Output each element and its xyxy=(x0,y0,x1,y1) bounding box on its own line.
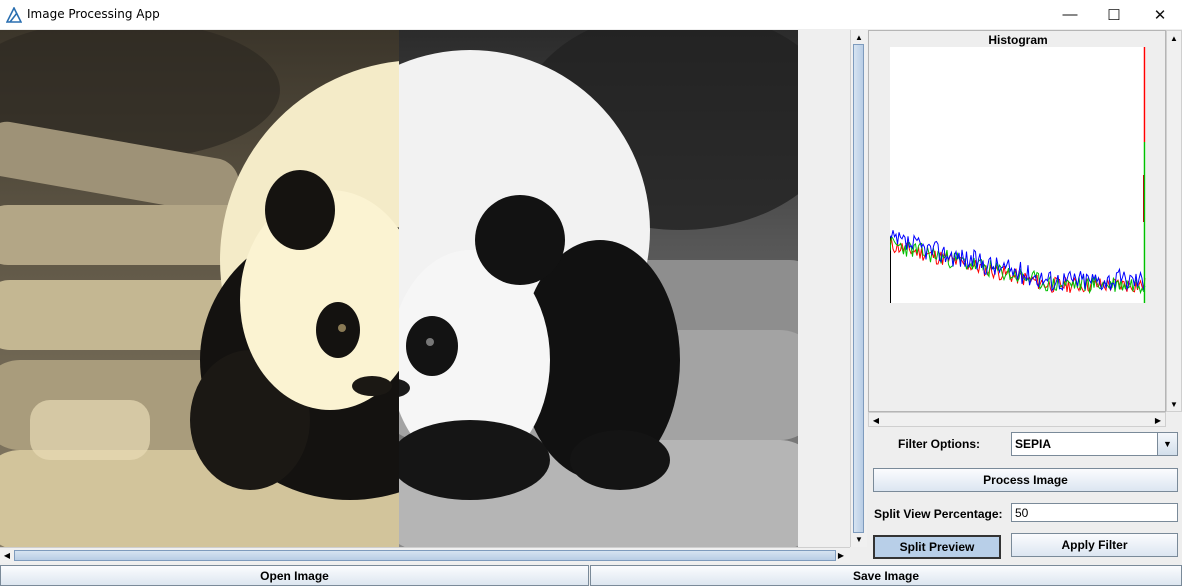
scroll-right-icon[interactable]: ▶ xyxy=(834,548,848,562)
scroll-up-icon[interactable]: ▲ xyxy=(1167,31,1181,45)
image-vertical-scrollbar[interactable]: ▲ ▼ xyxy=(850,30,867,547)
window-title: Image Processing App xyxy=(27,7,160,21)
control-panel: Histogram ▲ ▼ ◀ ▶ Filter Options: SEPIA … xyxy=(868,30,1182,562)
title-bar: Image Processing App — ☐ ✕ xyxy=(0,0,1182,29)
scroll-down-icon[interactable]: ▼ xyxy=(852,532,866,546)
apply-filter-button[interactable]: Apply Filter xyxy=(1011,533,1178,557)
save-image-button[interactable]: Save Image xyxy=(590,565,1182,586)
vertical-scroll-thumb[interactable] xyxy=(853,44,864,533)
open-image-button[interactable]: Open Image xyxy=(0,565,589,586)
process-image-button[interactable]: Process Image xyxy=(873,468,1178,492)
minimize-icon[interactable]: — xyxy=(1047,0,1093,29)
split-preview-button[interactable]: Split Preview xyxy=(873,535,1001,559)
scroll-down-icon[interactable]: ▼ xyxy=(1167,397,1181,411)
split-view-percentage-label: Split View Percentage: xyxy=(874,507,1003,521)
scroll-left-icon[interactable]: ◀ xyxy=(0,548,14,562)
scroll-up-icon[interactable]: ▲ xyxy=(852,30,866,44)
filter-selected-value: SEPIA xyxy=(1015,437,1052,451)
histogram-plot xyxy=(889,47,1146,303)
image-viewport xyxy=(0,30,850,547)
split-percentage-input[interactable] xyxy=(1011,503,1178,522)
filter-options-dropdown[interactable]: SEPIA ▼ xyxy=(1011,432,1178,456)
maximize-icon[interactable]: ☐ xyxy=(1091,0,1137,29)
close-icon[interactable]: ✕ xyxy=(1137,0,1182,29)
chevron-down-icon[interactable]: ▼ xyxy=(1157,433,1177,455)
panda-image xyxy=(0,30,798,547)
image-horizontal-scrollbar[interactable]: ◀ ▶ xyxy=(0,547,850,563)
histogram-panel: Histogram xyxy=(868,30,1166,412)
filter-options-label: Filter Options: xyxy=(898,437,980,451)
scroll-right-icon[interactable]: ▶ xyxy=(1151,413,1165,427)
histogram-title: Histogram xyxy=(988,33,1048,47)
horizontal-scroll-thumb[interactable] xyxy=(14,550,836,561)
histogram-horizontal-scrollbar[interactable]: ◀ ▶ xyxy=(868,412,1166,427)
histogram-vertical-scrollbar[interactable]: ▲ ▼ xyxy=(1166,30,1182,412)
scroll-left-icon[interactable]: ◀ xyxy=(869,413,883,427)
app-logo-icon xyxy=(6,7,22,23)
